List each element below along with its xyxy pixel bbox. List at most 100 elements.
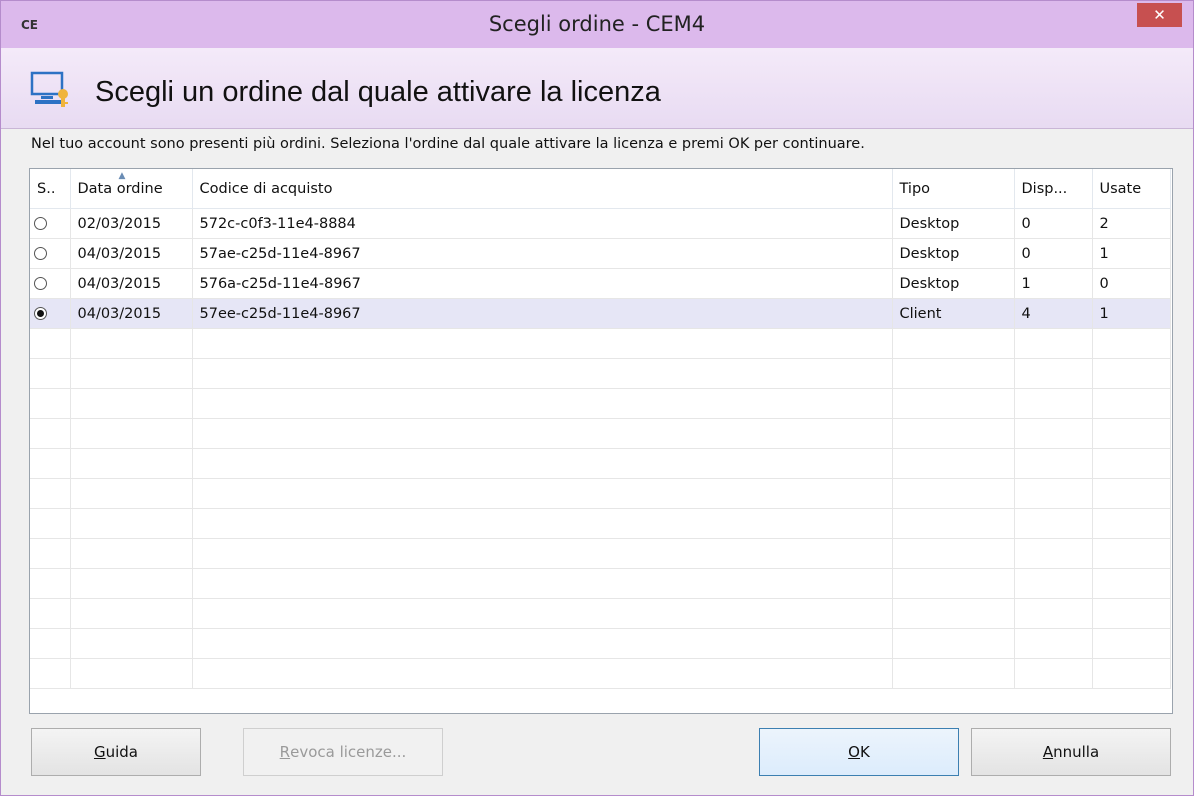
empty-cell	[30, 358, 71, 389]
codice-acquisto-cell: 572c-c0f3-11e4-8884	[192, 208, 893, 239]
empty-cell	[1092, 388, 1171, 419]
empty-cell	[192, 388, 893, 419]
order-radio-button[interactable]	[34, 277, 47, 290]
empty-cell	[70, 478, 193, 509]
empty-cell	[70, 418, 193, 449]
codice-acquisto-cell: 57ee-c25d-11e4-8967	[192, 298, 893, 329]
orders-table: S.. ▲ Data ordine Codice di acquisto Tipo…	[30, 169, 1171, 689]
empty-cell	[30, 388, 71, 419]
table-row[interactable]: 04/03/2015 576a-c25d-11e4-8967 Desktop 1 0	[30, 268, 1171, 299]
button-label: uida	[105, 743, 138, 761]
empty-cell	[892, 358, 1015, 389]
empty-cell	[70, 328, 193, 359]
empty-cell	[1014, 598, 1093, 629]
order-radio-button[interactable]	[34, 217, 47, 230]
annulla-button[interactable]: Annulla	[971, 728, 1171, 776]
empty-row	[30, 478, 1171, 509]
empty-row	[30, 328, 1171, 359]
data-ordine-cell: 04/03/2015	[70, 298, 193, 329]
empty-cell	[30, 628, 71, 659]
empty-cell	[1014, 448, 1093, 479]
instruction-text: Nel tuo account sono presenti più ordini…	[31, 136, 865, 152]
column-header-data-ordine[interactable]: ▲ Data ordine	[70, 169, 193, 209]
usate-cell: 2	[1092, 208, 1171, 239]
mnemonic: O	[848, 743, 860, 761]
selection-cell	[30, 268, 71, 299]
empty-cell	[892, 628, 1015, 659]
empty-cell	[1092, 478, 1171, 509]
empty-cell	[892, 448, 1015, 479]
empty-cell	[192, 448, 893, 479]
empty-cell	[1014, 538, 1093, 569]
empty-cell	[30, 538, 71, 569]
selection-cell	[30, 208, 71, 239]
disp-cell: 0	[1014, 208, 1093, 239]
grid-header-row: S.. ▲ Data ordine Codice di acquisto Tipo…	[30, 169, 1171, 209]
empty-cell	[70, 538, 193, 569]
codice-acquisto-cell: 57ae-c25d-11e4-8967	[192, 238, 893, 269]
table-row[interactable]: 02/03/2015 572c-c0f3-11e4-8884 Desktop 0 2	[30, 208, 1171, 239]
empty-cell	[30, 658, 71, 689]
tipo-cell: Client	[892, 298, 1015, 329]
empty-cell	[70, 628, 193, 659]
data-ordine-cell: 04/03/2015	[70, 238, 193, 269]
mnemonic: R	[279, 743, 291, 761]
empty-cell	[70, 598, 193, 629]
empty-cell	[1014, 508, 1093, 539]
empty-cell	[1014, 628, 1093, 659]
mnemonic: G	[93, 743, 106, 761]
empty-row	[30, 448, 1171, 479]
empty-row	[30, 418, 1171, 449]
column-header-label: Data ordine	[77, 180, 163, 197]
empty-cell	[192, 568, 893, 599]
empty-row	[30, 628, 1171, 659]
column-header-codice[interactable]: Codice di acquisto	[192, 169, 893, 209]
empty-cell	[1092, 328, 1171, 359]
disp-cell: 4	[1014, 298, 1093, 329]
column-header-usate[interactable]: Usate	[1092, 169, 1171, 209]
empty-cell	[1014, 568, 1093, 599]
close-icon: ✕	[1153, 6, 1166, 24]
table-row[interactable]: 04/03/2015 57ee-c25d-11e4-8967 Client 4 1	[30, 298, 1171, 329]
empty-cell	[70, 448, 193, 479]
empty-row	[30, 568, 1171, 599]
tipo-cell: Desktop	[892, 238, 1015, 269]
empty-cell	[192, 598, 893, 629]
usate-cell: 0	[1092, 268, 1171, 299]
empty-cell	[892, 328, 1015, 359]
window-title: Scegli ordine - CEM4	[488, 12, 706, 36]
empty-cell	[192, 478, 893, 509]
empty-cell	[30, 328, 71, 359]
orders-grid[interactable]: S.. ▲ Data ordine Codice di acquisto Tipo…	[29, 168, 1173, 714]
order-radio-button[interactable]	[34, 247, 47, 260]
table-row[interactable]: 04/03/2015 57ae-c25d-11e4-8967 Desktop 0 1	[30, 238, 1171, 269]
empty-cell	[1092, 568, 1171, 599]
guida-button[interactable]: Guida	[31, 728, 201, 776]
column-header-disp[interactable]: Disp...	[1014, 169, 1093, 209]
empty-cell	[1014, 388, 1093, 419]
sort-ascending-icon: ▲	[118, 171, 126, 181]
empty-row	[30, 388, 1171, 419]
empty-row	[30, 598, 1171, 629]
empty-cell	[30, 418, 71, 449]
empty-cell	[892, 388, 1015, 419]
ok-button[interactable]: OK	[759, 728, 959, 776]
empty-row	[30, 508, 1171, 539]
dialog-header: Scegli un ordine dal quale attivare la l…	[1, 48, 1193, 129]
usate-cell: 1	[1092, 298, 1171, 329]
selection-cell	[30, 238, 71, 269]
empty-cell	[892, 538, 1015, 569]
title-bar[interactable]: CE Scegli ordine - CEM4 ✕	[1, 1, 1193, 48]
empty-cell	[892, 568, 1015, 599]
order-radio-button[interactable]	[34, 307, 47, 320]
empty-cell	[70, 508, 193, 539]
empty-cell	[1092, 628, 1171, 659]
button-label: evoca licenze...	[290, 743, 407, 761]
revoca-licenze-button[interactable]: Revoca licenze...	[243, 728, 443, 776]
column-header-selection[interactable]: S..	[30, 169, 71, 209]
button-label: K	[859, 743, 870, 761]
dialog-window: CE Scegli ordine - CEM4 ✕ Scegli un ordi…	[0, 0, 1194, 796]
close-button[interactable]: ✕	[1137, 3, 1182, 27]
column-header-tipo[interactable]: Tipo	[892, 169, 1015, 209]
empty-row	[30, 658, 1171, 689]
